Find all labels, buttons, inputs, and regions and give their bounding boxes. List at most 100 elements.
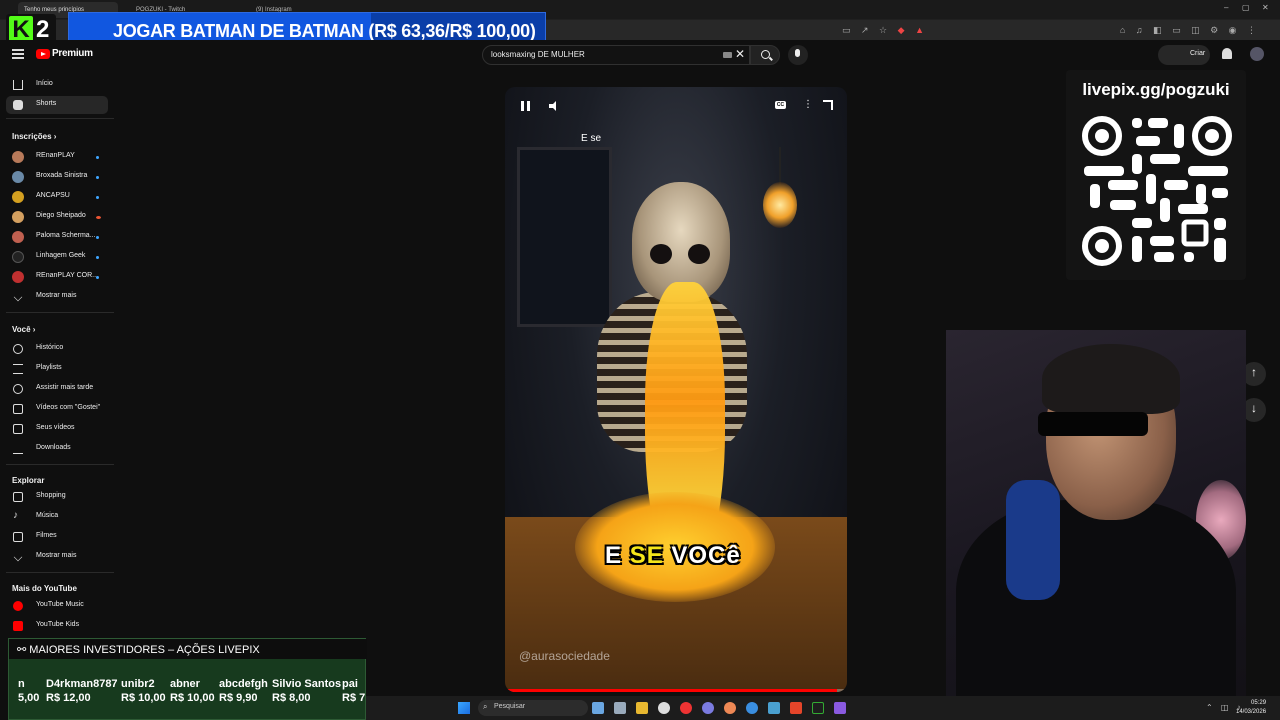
investor-entry: D4rkman8787 R$ 12,00 <box>46 677 118 705</box>
shorts-icon <box>13 100 23 110</box>
sidebar-item-label: YouTube Kids <box>36 621 80 628</box>
history-icon <box>13 344 23 354</box>
sidebar-item-watch-later[interactable]: Assistir mais tarde <box>6 380 108 398</box>
caption-word: VOCê <box>671 542 741 569</box>
sidebar-item-label: Histórico <box>36 344 64 351</box>
close-window-button[interactable]: ✕ <box>1262 3 1269 12</box>
you-heading[interactable]: Você › <box>12 325 35 334</box>
sidebar-item-subscription[interactable]: Paloma Scherma... <box>6 228 108 246</box>
donation-goal-text: JOGAR BATMAN DE BATMAN (R$ 63,36/R$ 100,… <box>113 21 536 41</box>
sidebar-divider <box>6 312 114 313</box>
sidebar-item-films[interactable]: Filmes <box>6 528 108 546</box>
investor-amount: R$ 8,00 <box>272 692 311 704</box>
sidebar-item-subscription[interactable]: REnanPLAY <box>6 148 108 166</box>
chrome-icon[interactable] <box>680 702 692 714</box>
address-bar-actions[interactable]: ▭ ↗ ☆ ◆ ▲ <box>842 25 928 36</box>
top-investors-title-text: MAIORES INVESTIDORES – AÇÕES LIVEPIX <box>29 644 260 656</box>
obs-icon[interactable] <box>658 702 670 714</box>
investor-amount: R$ 10,00 <box>170 692 215 704</box>
account-avatar[interactable] <box>1250 47 1264 61</box>
show-more-explore-button[interactable]: Mostrar mais <box>6 548 108 566</box>
discord-icon[interactable] <box>702 702 714 714</box>
fullscreen-icon[interactable] <box>823 100 833 110</box>
investor-entry: abner R$ 10,00 <box>170 677 215 705</box>
sidebar-item-youtube-music[interactable]: YouTube Music <box>6 597 108 615</box>
menu-icon[interactable] <box>12 49 24 59</box>
video-scene-lamp <box>763 182 797 228</box>
windows-start-icon[interactable] <box>458 702 470 714</box>
sidebar-item-label: Shopping <box>36 492 66 499</box>
voice-search-icon[interactable] <box>788 45 808 65</box>
captions-icon[interactable]: CC <box>775 101 786 109</box>
channel-avatar <box>12 231 24 243</box>
investor-entry: n 5,00 <box>18 677 39 705</box>
terminal-icon[interactable] <box>812 702 824 714</box>
clear-search-icon[interactable]: ✕ <box>735 47 745 61</box>
sidebar-item-playlists[interactable]: Playlists <box>6 360 108 378</box>
music-icon: ♪ <box>13 510 18 521</box>
channel-name: Paloma Scherma... <box>36 232 96 239</box>
firefox-icon[interactable] <box>724 702 736 714</box>
investor-entry: pai R$ 7 <box>342 677 365 705</box>
sidebar-item-subscription[interactable]: ANCAPSU <box>6 188 108 206</box>
sidebar-item-your-videos[interactable]: Seus vídeos <box>6 420 108 438</box>
taskbar-clock[interactable]: 05:29 14/03/2026 <box>1236 699 1266 717</box>
sidebar-item-youtube-kids[interactable]: YouTube Kids <box>6 617 108 635</box>
sidebar-item-subscription[interactable]: Broxada Sinistra <box>6 168 108 186</box>
maximize-button[interactable]: ▢ <box>1242 3 1250 12</box>
sidebar-item-home[interactable]: Início <box>6 76 108 94</box>
sidebar-item-downloads[interactable]: Downloads <box>6 440 108 458</box>
webcam-person-hair <box>1042 344 1180 414</box>
widgets-icon[interactable] <box>614 702 626 714</box>
streamer-webcam <box>946 330 1246 720</box>
taskbar-search[interactable]: ⌕ Pesquisar <box>478 700 588 716</box>
sidebar-item-liked-videos[interactable]: Vídeos com "Gostei" <box>6 400 108 418</box>
sidebar-item-subscription[interactable]: Linhagem Geek <box>6 248 108 266</box>
extension-icons[interactable]: ⌂ ♫ ◧ ▭ ◫ ⚙ ◉ ⋮ <box>1120 25 1260 36</box>
sidebar-item-subscription[interactable]: Diego Sheipado <box>6 208 108 226</box>
investor-amount: 5,00 <box>18 692 40 704</box>
search-icon: ⌕ <box>483 702 488 711</box>
top-investors-panel: ⚯ MAIORES INVESTIDORES – AÇÕES LIVEPIX n… <box>8 638 367 720</box>
sidebar-item-subscription[interactable]: REnanPLAY COR... <box>6 268 108 286</box>
investor-amount: R$ 12,00 <box>46 692 91 704</box>
more-options-icon[interactable]: ⋮ <box>803 99 813 110</box>
app-icon[interactable] <box>768 702 780 714</box>
investor-entry: Silvio Santos R$ 8,00 <box>272 677 341 705</box>
sidebar-item-shopping[interactable]: Shopping <box>6 488 108 506</box>
playlists-icon <box>13 364 23 374</box>
investor-name: abcdefgh <box>219 678 268 690</box>
show-more-label: Mostrar mais <box>36 292 77 299</box>
minimize-button[interactable]: – <box>1224 3 1228 12</box>
sidebar-item-shorts[interactable]: Shorts <box>6 96 108 114</box>
sidebar-item-label: Assistir mais tarde <box>36 384 94 391</box>
keyboard-icon[interactable] <box>723 52 732 58</box>
youtube-logo-icon[interactable] <box>36 49 50 59</box>
sidebar-item-label: Playlists <box>36 364 62 371</box>
sidebar-item-history[interactable]: Histórico <box>6 340 108 358</box>
clock-date: 14/03/2026 <box>1236 709 1267 715</box>
subscriptions-heading[interactable]: Inscrições › <box>12 132 56 141</box>
shorts-video-player[interactable]: CC ⋮ E se E SE VOCê @aurasociedade <box>505 87 847 692</box>
sidebar-item-music[interactable]: ♪ Música <box>6 508 108 526</box>
volume-icon[interactable] <box>549 101 559 111</box>
investor-amount: R$ 7 <box>342 692 366 704</box>
file-explorer-icon[interactable] <box>636 702 648 714</box>
search-button[interactable] <box>750 45 780 65</box>
investor-name: n <box>18 678 25 690</box>
sidebar-item-label: Downloads <box>36 444 71 451</box>
video-progress-bar[interactable] <box>505 689 847 692</box>
search-input[interactable]: looksmaxing DE MULHER ✕ <box>482 45 750 65</box>
pause-icon[interactable] <box>521 101 530 111</box>
telegram-icon[interactable] <box>746 702 758 714</box>
app-icon[interactable] <box>834 702 846 714</box>
task-view-icon[interactable] <box>592 702 604 714</box>
show-more-subscriptions-button[interactable]: Mostrar mais <box>6 288 108 306</box>
create-button[interactable]: Criar <box>1158 45 1210 65</box>
notifications-bell-icon[interactable] <box>1222 48 1232 59</box>
channel-avatar <box>12 211 24 223</box>
sidebar-item-label: Filmes <box>36 532 57 539</box>
new-content-indicator <box>96 236 99 239</box>
brave-icon[interactable] <box>790 702 802 714</box>
investor-name: Silvio Santos <box>272 678 342 690</box>
